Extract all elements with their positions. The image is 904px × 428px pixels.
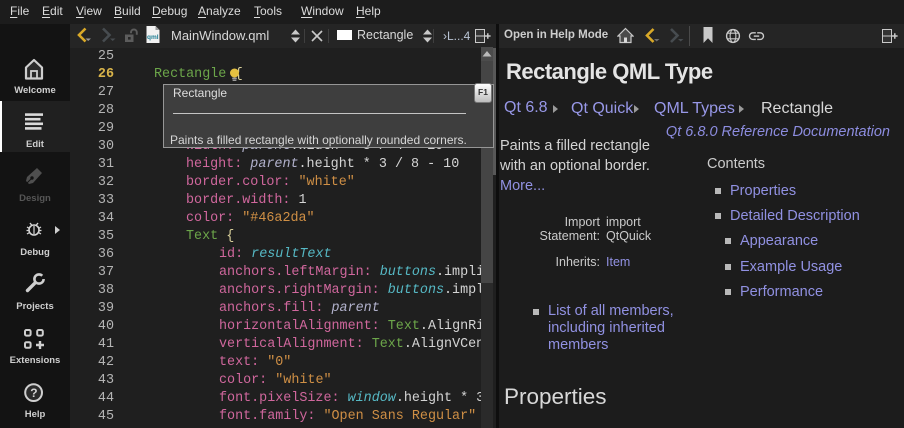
svg-text:?: ? (30, 386, 37, 400)
svg-text:qml: qml (147, 34, 159, 41)
